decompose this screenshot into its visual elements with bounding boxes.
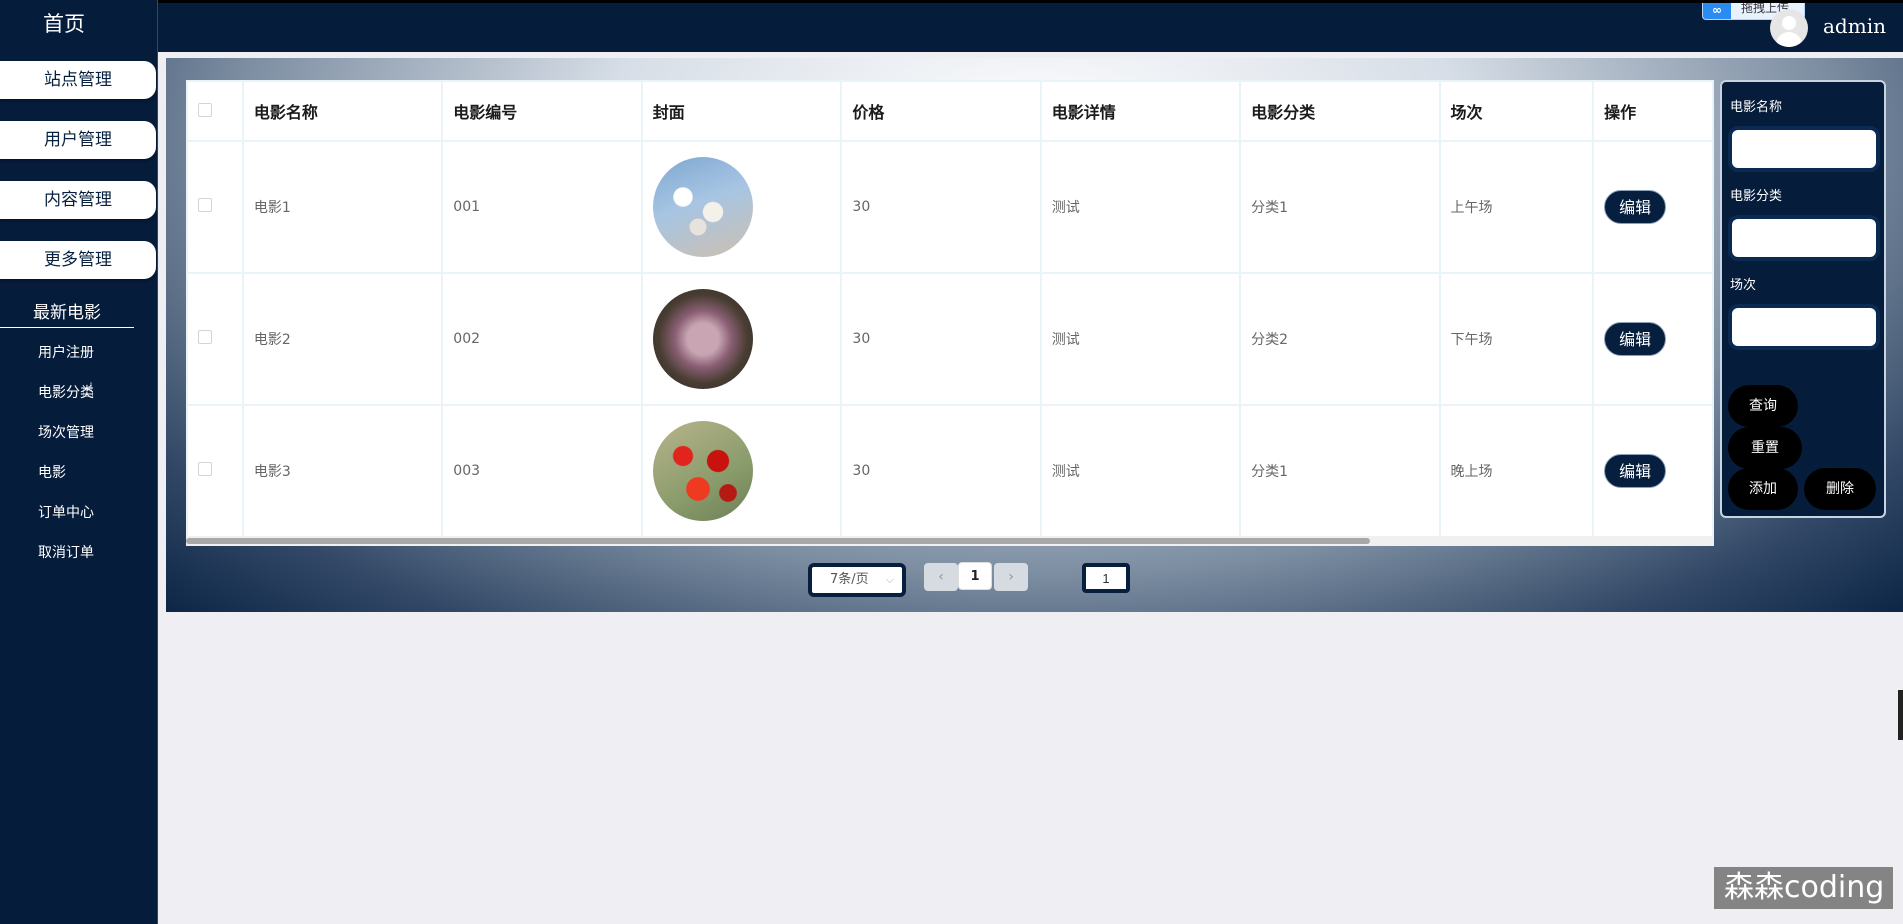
cell-action: 编辑 [1592, 272, 1714, 406]
column-header-name[interactable]: 电影名称 [241, 80, 444, 142]
cell-price: 30 [840, 140, 1042, 274]
cell-cover [640, 404, 843, 538]
session-label: 场次 [1730, 278, 1757, 293]
movie-name-label: 电影名称 [1730, 100, 1783, 115]
cell-name: 电影3 [241, 404, 444, 538]
chevron-right-icon: › [1008, 569, 1014, 585]
cell-cover [640, 272, 843, 406]
main-panel: 电影名称 电影编号 封面 价格 电影详情 电影分类 场次 操作 电影1 001 [166, 58, 1903, 612]
query-button[interactable]: 查询 [1728, 385, 1798, 427]
avatar[interactable] [1770, 9, 1808, 47]
sidebar-item-more-management[interactable]: 更多管理 [0, 241, 156, 279]
movie-name-input[interactable] [1728, 126, 1880, 172]
search-panel: 电影名称 电影分类 场次 查询 重置 添加 删除 [1720, 80, 1886, 518]
select-all-cell [186, 80, 244, 142]
movie-cover-image[interactable] [652, 421, 753, 521]
cell-category: 分类2 [1239, 272, 1441, 406]
edit-button[interactable]: 编辑 [1604, 454, 1667, 488]
sidebar-subitem-cancel-order[interactable]: 取消订单 [38, 542, 94, 562]
cell-code: 002 [441, 272, 643, 406]
chevron-down-icon: ⌵ [885, 573, 894, 586]
page-number-current[interactable]: 1 [958, 562, 992, 590]
sidebar-subitem-order-center[interactable]: 订单中心 [38, 502, 94, 522]
edge-drag-handle[interactable] [1898, 690, 1903, 740]
column-header-cover: 封面 [640, 80, 843, 142]
top-header: ∞ 拖拽上传 admin [0, 0, 1903, 52]
prev-page-button[interactable]: ‹ [924, 563, 958, 591]
cell-detail: 测试 [1039, 404, 1242, 538]
movie-table: 电影名称 电影编号 封面 价格 电影详情 电影分类 场次 操作 电影1 001 [186, 80, 1714, 538]
column-header-price[interactable]: 价格 [840, 80, 1042, 142]
cell-name: 电影1 [241, 140, 444, 274]
cell-price: 30 [840, 272, 1042, 406]
column-header-session[interactable]: 场次 [1438, 80, 1595, 142]
chevron-left-icon: ‹ [938, 569, 944, 585]
column-header-category[interactable]: 电影分类 [1239, 80, 1441, 142]
sidebar-subitem-user-register[interactable]: 用户注册 [38, 342, 94, 362]
cell-session: 晚上场 [1438, 404, 1595, 538]
app-root: ∞ 拖拽上传 admin 首页 站点管理 用户管理 内容管理 更多管理 最新电影… [0, 0, 1903, 924]
movie-cover-image[interactable] [652, 289, 753, 389]
table-header-row: 电影名称 电影编号 封面 价格 电影详情 电影分类 场次 操作 [186, 80, 1714, 142]
cell-session: 上午场 [1438, 140, 1595, 274]
goto-page-input[interactable] [1082, 563, 1130, 593]
delete-button[interactable]: 删除 [1804, 468, 1876, 510]
cell-category: 分类1 [1239, 140, 1441, 274]
sidebar-item-user-management[interactable]: 用户管理 [0, 121, 156, 159]
row-checkbox[interactable] [198, 198, 212, 212]
sidebar: 首页 站点管理 用户管理 内容管理 更多管理 最新电影 用户注册 电影分类 场次… [0, 0, 158, 924]
column-header-action: 操作 [1592, 80, 1714, 142]
cell-code: 003 [441, 404, 643, 538]
cell-category: 分类1 [1239, 404, 1441, 538]
cell-action: 编辑 [1592, 404, 1714, 538]
column-header-detail: 电影详情 [1039, 80, 1242, 142]
table-row: 电影3 003 30 测试 分类1 晚上场 编辑 [186, 404, 1714, 538]
edit-button[interactable]: 编辑 [1604, 190, 1667, 224]
watermark-label: 森森coding [1714, 867, 1893, 909]
cell-price: 30 [840, 404, 1042, 538]
hand-cursor-icon: ☝ [82, 378, 95, 402]
user-avatar-icon [1782, 16, 1796, 30]
sidebar-subitem-movie[interactable]: 电影 [38, 462, 66, 482]
next-page-button[interactable]: › [994, 563, 1028, 591]
page-size-select[interactable]: 7条/页 ⌵ [808, 563, 906, 597]
cell-action: 编辑 [1592, 140, 1714, 274]
edit-button[interactable]: 编辑 [1604, 322, 1667, 356]
session-input[interactable] [1728, 304, 1880, 350]
movie-cover-image[interactable] [652, 157, 753, 257]
table-row: 电影1 001 30 测试 分类1 上午场 编辑 [186, 140, 1714, 274]
row-checkbox[interactable] [198, 462, 212, 476]
cell-code: 001 [441, 140, 643, 274]
page-size-value: 7条/页 [830, 572, 869, 587]
cell-detail: 测试 [1039, 272, 1242, 406]
cell-detail: 测试 [1039, 140, 1242, 274]
row-checkbox[interactable] [198, 330, 212, 344]
movie-category-label: 电影分类 [1730, 189, 1783, 204]
scrollbar-thumb[interactable] [186, 538, 1370, 544]
sidebar-subitem-session-management[interactable]: 场次管理 [38, 422, 94, 442]
movie-category-input[interactable] [1728, 215, 1880, 261]
table-row: 电影2 002 30 测试 分类2 下午场 编辑 [186, 272, 1714, 406]
select-all-checkbox[interactable] [198, 102, 212, 117]
reset-button[interactable]: 重置 [1728, 427, 1802, 469]
sidebar-item-content-management[interactable]: 内容管理 [0, 181, 156, 219]
sidebar-section-latest-movies[interactable]: 最新电影 [0, 298, 134, 328]
sidebar-item-site-management[interactable]: 站点管理 [0, 61, 156, 99]
cell-cover [640, 140, 843, 274]
movie-table-container: 电影名称 电影编号 封面 价格 电影详情 电影分类 场次 操作 电影1 001 [186, 80, 1714, 542]
table-horizontal-scrollbar[interactable] [186, 536, 1714, 546]
cell-name: 电影2 [241, 272, 444, 406]
sidebar-home[interactable]: 首页 [0, 8, 128, 38]
cloud-logo-icon: ∞ [1703, 3, 1731, 19]
username-label[interactable]: admin [1823, 14, 1886, 38]
column-header-code[interactable]: 电影编号 [441, 80, 643, 142]
add-button[interactable]: 添加 [1728, 468, 1798, 510]
cell-session: 下午场 [1438, 272, 1595, 406]
